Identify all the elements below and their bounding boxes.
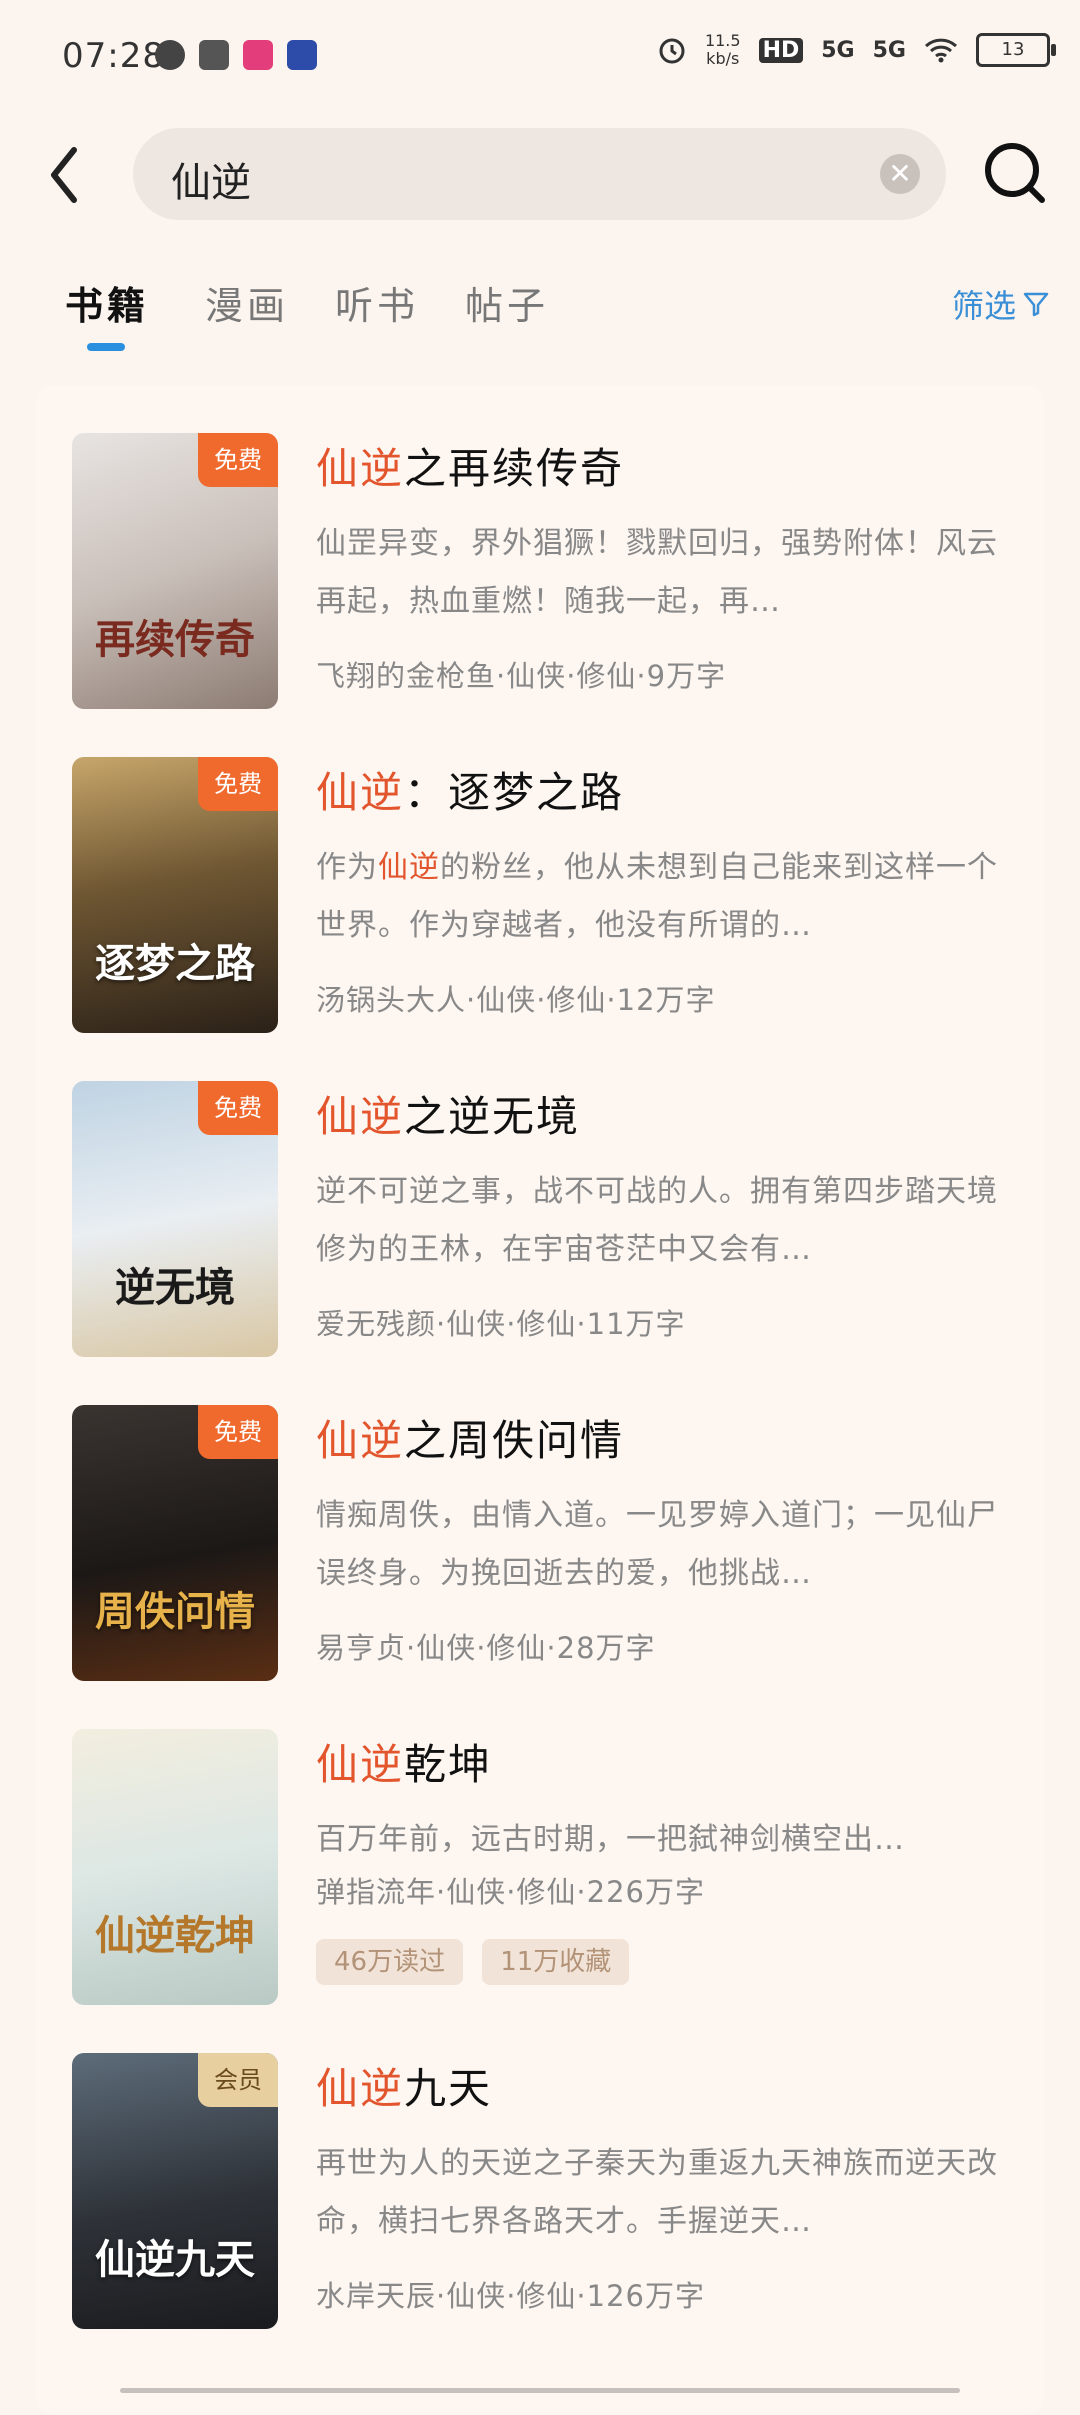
book-description: 仙罡异变，界外猖獗！戮默回归，强势附体！风云再起，热血重燃！随我一起，再…: [316, 526, 998, 619]
book-description: 逆不可逆之事，战不可战的人。拥有第四步踏天境修为的王林，在宇宙苍茫中又会有…: [316, 1174, 998, 1267]
book-meta: 爱无残颜·仙侠·修仙·11万字: [316, 1307, 686, 1341]
tab-indicator: [87, 343, 125, 351]
book-meta: 汤锅头大人·仙侠·修仙·12万字: [316, 983, 716, 1017]
book-cover: 周佚问情 免费: [72, 1405, 278, 1681]
list-item[interactable]: 逆无境 免费 仙逆之逆无境 逆不可逆之事，战不可战的人。拥有第四步踏天境修为的王…: [36, 1033, 1044, 1357]
search-button[interactable]: [980, 138, 1050, 208]
signal-2-icon: 5G: [872, 37, 906, 63]
tab-books[interactable]: 书籍: [65, 275, 149, 330]
chevron-left-icon: [51, 147, 77, 203]
book-list: 再续传奇 免费 仙逆之再续传奇 仙罡异变，界外猖獗！戮默回归，强势附体！风云再起…: [36, 385, 1044, 2415]
book-cover: 逆无境 免费: [72, 1081, 278, 1357]
net-speed: 11.5 kb/s: [704, 31, 741, 68]
free-tag: 免费: [198, 433, 278, 487]
list-item[interactable]: 逐梦之路 免费 仙逆：逐梦之路 作为仙逆的粉丝，他从未想到自己能来到这样一个世界…: [36, 709, 1044, 1033]
book-title: 仙逆之周佚问情: [316, 1416, 625, 1465]
book-description: 再世为人的天逆之子秦天为重返九天神族而逆天改命，横扫七界各路天才。手握逆天…: [316, 2146, 998, 2239]
book-title: 仙逆九天: [316, 2064, 493, 2113]
news-app-icon: [287, 40, 317, 70]
book-title: 仙逆之逆无境: [316, 1092, 581, 1141]
search-box[interactable]: 仙逆 ✕: [133, 128, 946, 220]
free-tag: 免费: [198, 1081, 278, 1135]
book-cover: 再续传奇 免费: [72, 433, 278, 709]
book-description: 情痴周佚，由情入道。一见罗婷入道门；一见仙尸误终身。为挽回逝去的爱，他挑战…: [316, 1498, 998, 1591]
free-tag: 免费: [198, 757, 278, 811]
category-tabs: 书籍 漫画 听书 帖子 筛选: [0, 265, 1080, 355]
alarm-icon: [659, 38, 685, 64]
free-tag: 免费: [198, 1405, 278, 1459]
wifi-icon: [924, 38, 958, 63]
book-description: 百万年前，远古时期，一把弑神剑横空出…: [316, 1822, 905, 1857]
search-icon: [985, 143, 1045, 203]
read-count-badge: 46万读过: [316, 1939, 464, 1985]
clear-icon[interactable]: ✕: [880, 154, 920, 194]
book-meta: 弹指流年·仙侠·修仙·226万字: [316, 1875, 706, 1909]
book-cover: 仙逆九天 会员: [72, 2053, 278, 2329]
list-item[interactable]: 再续传奇 免费 仙逆之再续传奇 仙罡异变，界外猖獗！戮默回归，强势附体！风云再起…: [36, 385, 1044, 709]
list-item[interactable]: 仙逆九天 会员 仙逆九天 再世为人的天逆之子秦天为重返九天神族而逆天改命，横扫七…: [36, 2005, 1044, 2329]
book-cover: 仙逆乾坤: [72, 1729, 278, 2005]
globe-icon: [155, 40, 185, 70]
book-title: 仙逆：逐梦之路: [316, 768, 625, 817]
tab-audiobooks[interactable]: 听书: [335, 275, 419, 330]
calendar-icon: [199, 40, 229, 70]
hd-icon: HD: [758, 37, 804, 63]
tab-comics[interactable]: 漫画: [205, 275, 289, 330]
book-meta: 水岸天辰·仙侠·修仙·126万字: [316, 2279, 706, 2313]
book-title: 仙逆之再续传奇: [316, 444, 625, 493]
list-item[interactable]: 仙逆乾坤 仙逆乾坤 百万年前，远古时期，一把弑神剑横空出… 弹指流年·仙侠·修仙…: [36, 1681, 1044, 2005]
book-meta: 易亨贞·仙侠·修仙·28万字: [316, 1631, 656, 1665]
book-cover: 逐梦之路 免费: [72, 757, 278, 1033]
list-item[interactable]: 周佚问情 免费 仙逆之周佚问情 情痴周佚，由情入道。一见罗婷入道门；一见仙尸误终…: [36, 1357, 1044, 1681]
funnel-icon: [1023, 292, 1049, 317]
book-title: 仙逆乾坤: [316, 1740, 493, 1789]
favorite-count-badge: 11万收藏: [482, 1939, 630, 1985]
app-notification-icon: [243, 40, 273, 70]
book-badges: 46万读过 11万收藏: [316, 1939, 643, 1985]
status-right: 11.5 kb/s HD 5G 5G 13: [657, 31, 1056, 68]
tab-posts[interactable]: 帖子: [465, 275, 549, 330]
filter-label: 筛选: [951, 287, 1016, 325]
book-description: 作为仙逆的粉丝，他从未想到自己能来到这样一个世界。作为穿越者，他没有所谓的…: [316, 850, 998, 943]
filter-button[interactable]: 筛选: [952, 281, 1050, 327]
status-bar: 07:28 11.5 kb/s HD 5G 5G 13: [0, 0, 1080, 110]
home-indicator[interactable]: [120, 2388, 960, 2393]
vip-tag: 会员: [198, 2053, 278, 2107]
book-meta: 飞翔的金枪鱼·仙侠·修仙·9万字: [316, 659, 727, 693]
notification-icons: [155, 40, 317, 70]
back-button[interactable]: [40, 140, 90, 210]
signal-1-icon: 5G: [821, 37, 855, 63]
search-input[interactable]: 仙逆: [171, 150, 251, 208]
battery-icon: 13: [976, 33, 1056, 67]
status-time: 07:28: [62, 36, 165, 76]
